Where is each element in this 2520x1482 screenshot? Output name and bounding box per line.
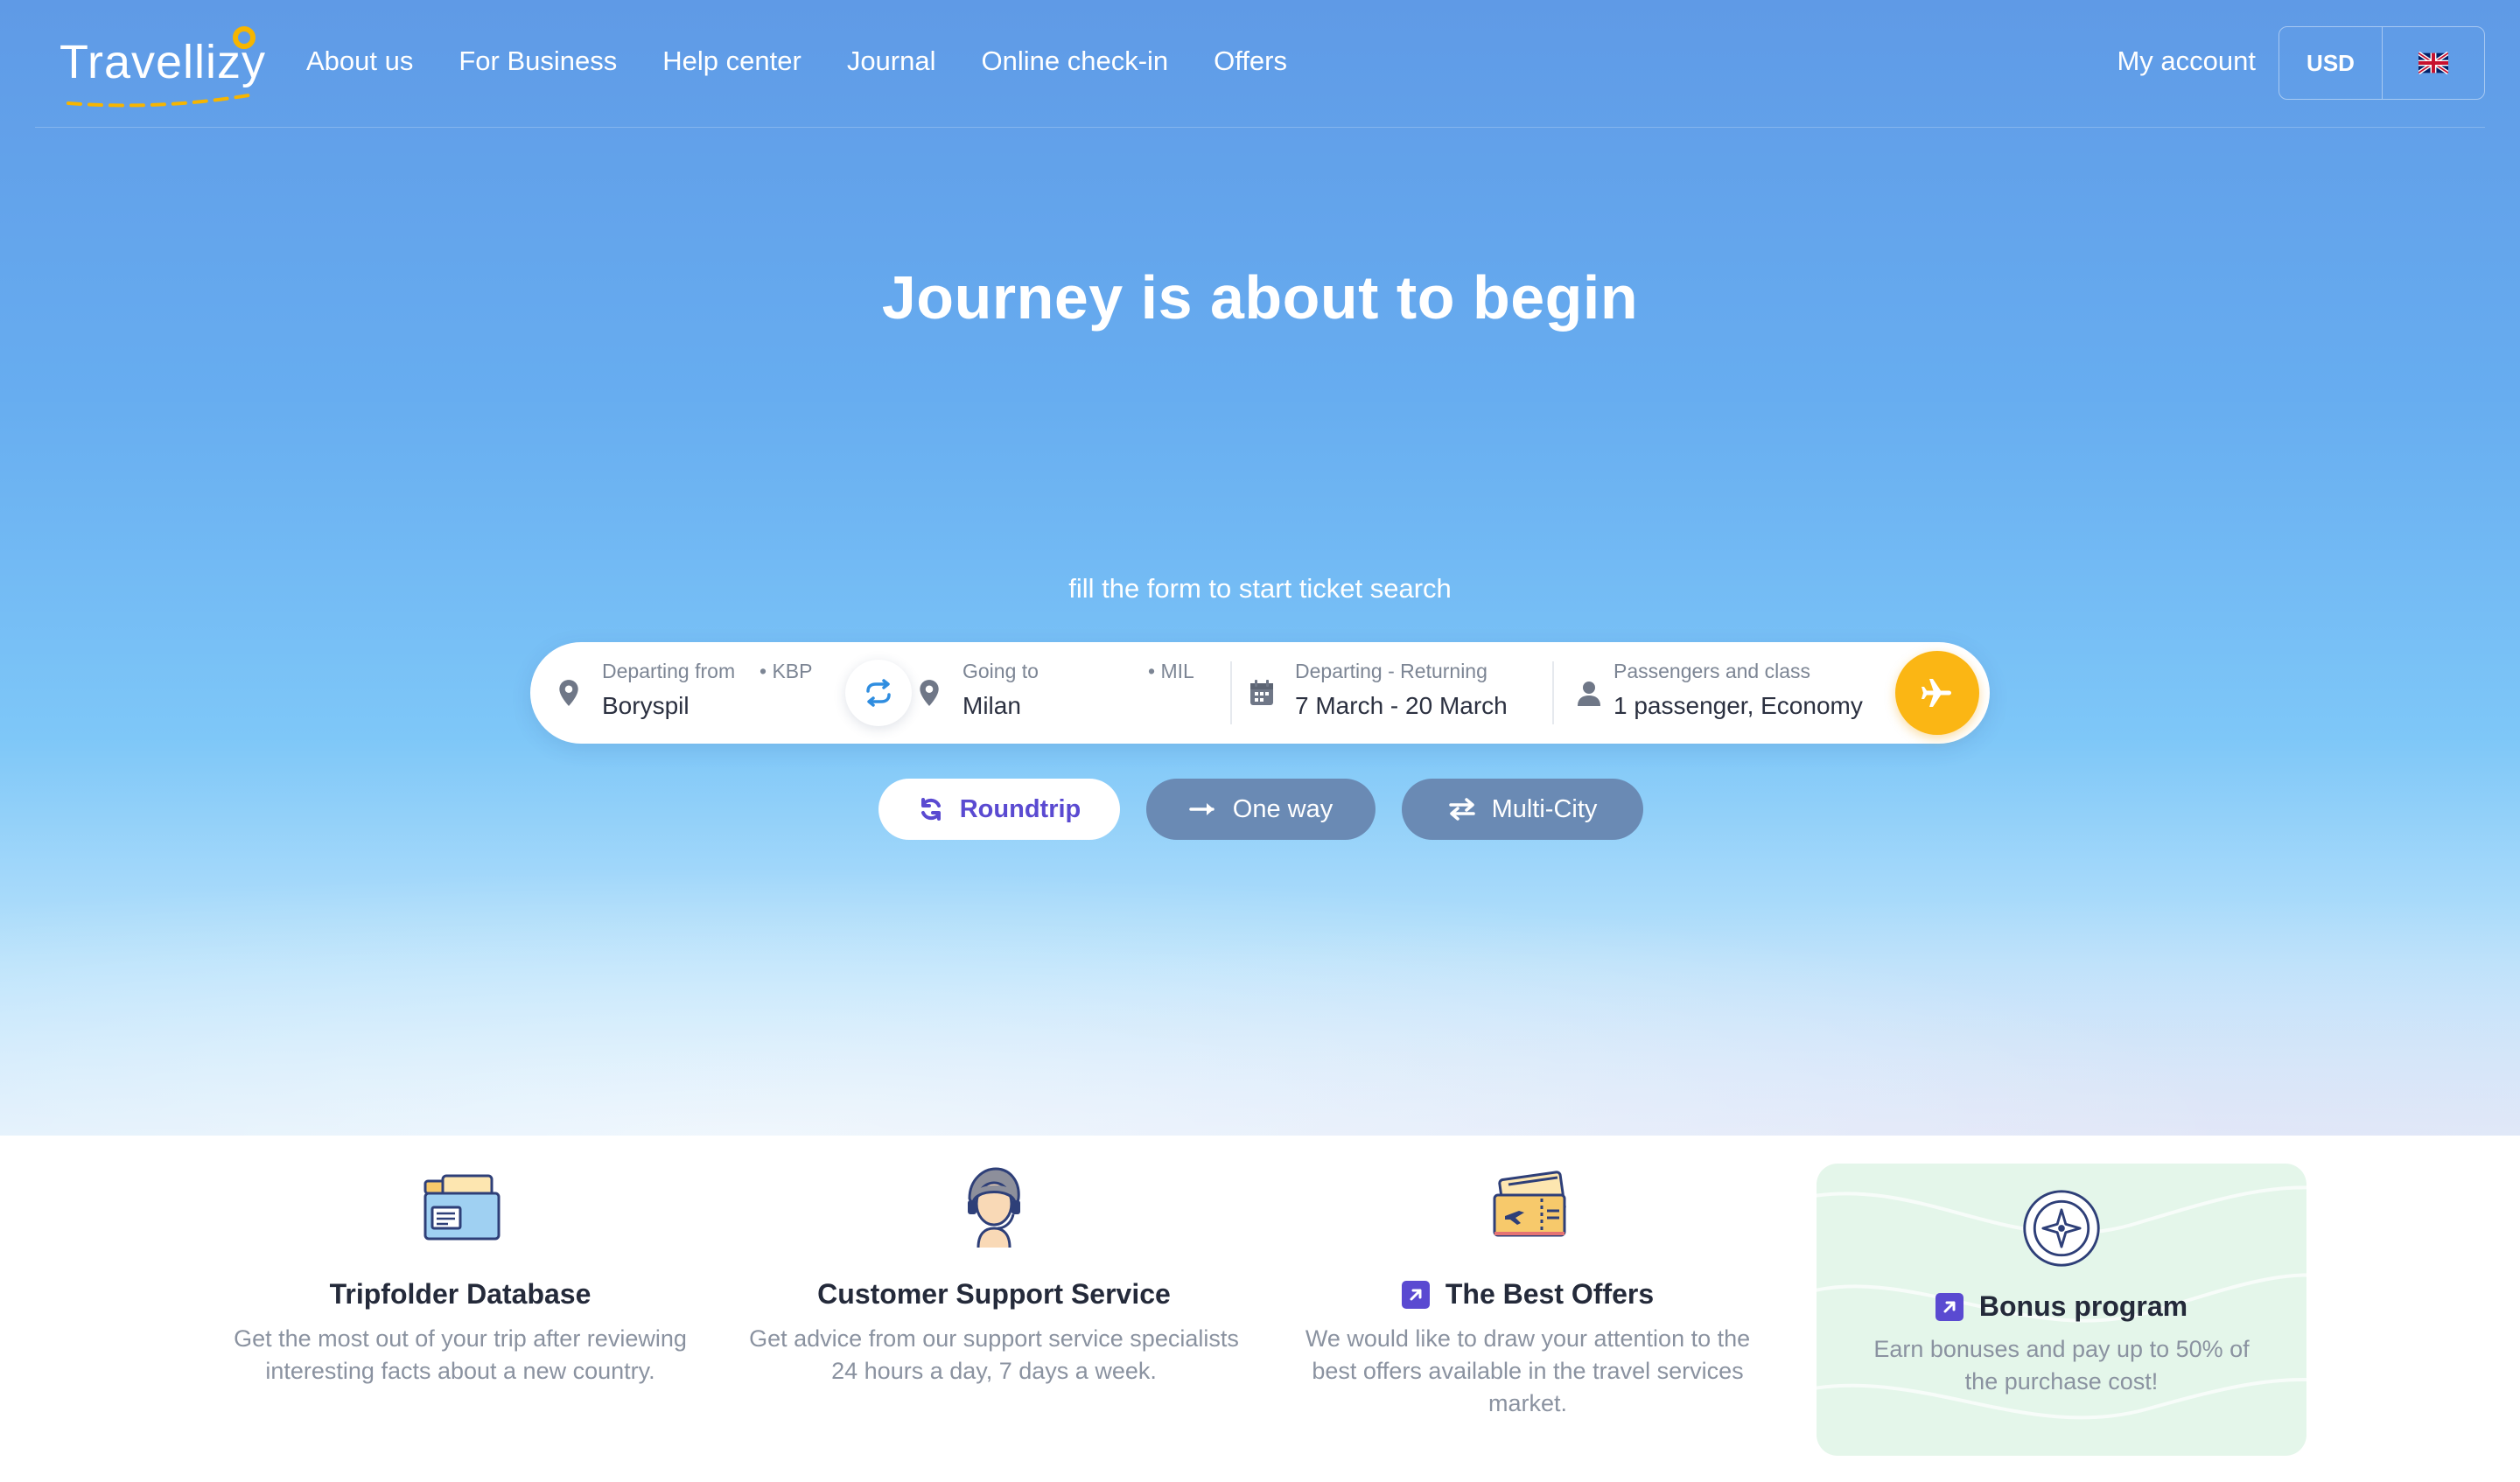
refresh-icon [920,798,941,821]
nav-offers[interactable]: Offers [1214,45,1287,77]
trip-type-label: Multi-City [1491,794,1598,823]
feature-text: We would like to draw your attention to … [1305,1325,1751,1416]
compass-badge-icon [2023,1190,2100,1267]
passengers-value: 1 passenger, Economy [1614,692,1863,719]
feature-title: Tripfolder Database [329,1278,592,1310]
logo[interactable]: Travellizy [60,26,270,108]
nav-help-center[interactable]: Help center [662,45,802,77]
dates-value: 7 March - 20 March [1295,692,1508,719]
nav-about-us[interactable]: About us [306,45,413,77]
feature-bonus-program[interactable]: Bonus program Earn bonuses and pay up to… [1816,1164,2306,1456]
ticket-search-bar: Departing from • KBP Boryspil Going to •… [530,642,1990,744]
departing-from-field[interactable]: Departing from • KBP Boryspil [530,642,845,744]
feature-title-row: Bonus program [1816,1290,2306,1323]
top-header: Travellizy About us For Business Help ce… [35,0,2485,128]
arrows-exchange-icon [1448,798,1475,821]
location-pin-icon [551,675,586,710]
logo-sun-icon [233,26,256,49]
feature-best-offers[interactable]: The Best Offers We would like to draw yo… [1265,1164,1790,1420]
feature-text: Get advice from our support service spec… [749,1325,1239,1384]
feature-customer-support[interactable]: Customer Support Service Get advice from… [732,1164,1256,1388]
feature-title: Bonus program [1978,1290,2188,1322]
nav-for-business[interactable]: For Business [458,45,617,77]
departing-code: • KBP [760,660,813,682]
person-icon [1572,675,1606,710]
nav-online-check-in[interactable]: Online check-in [982,45,1169,77]
logo-trail-icon [66,93,256,108]
dates-label: Departing - Returning [1295,660,1488,682]
arrow-right-icon [1189,803,1214,815]
support-agent-icon [968,1167,1020,1248]
external-link-icon [1935,1292,1964,1321]
currency-selector[interactable]: USD [2279,27,2383,99]
feature-title-row: The Best Offers [1265,1278,1790,1311]
trip-type-label: Roundtrip [959,794,1082,823]
going-to-label: Going to [962,660,1039,682]
language-selector[interactable] [2383,27,2484,99]
external-link-icon [1401,1280,1430,1309]
search-hint: fill the form to start ticket search [1068,573,1452,604]
location-pin-icon [912,675,947,710]
field-divider [1230,661,1232,724]
going-to-field[interactable]: Going to • MIL Milan [912,642,1227,744]
currency-language-switcher: USD [2278,26,2485,100]
feature-text: Get the most out of your trip after revi… [234,1325,687,1384]
search-flights-button[interactable] [1895,651,1979,735]
dates-field[interactable]: Departing - Returning 7 March - 20 March [1244,642,1550,744]
departing-from-label: Departing from [602,660,736,682]
going-to-code: • MIL [1148,660,1194,682]
my-account-link[interactable]: My account [2117,45,2256,77]
feature-tripfolder[interactable]: Tripfolder Database Get the most out of … [198,1164,723,1388]
calendar-icon [1244,675,1279,710]
nav-journal[interactable]: Journal [847,45,936,77]
page-headline: Journey is about to begin [881,263,1639,332]
field-divider [1552,661,1554,724]
airplane-icon [1922,679,1951,707]
passengers-field[interactable]: Passengers and class 1 passenger, Econom… [1572,642,1886,744]
hero-section: Travellizy About us For Business Help ce… [0,0,2520,1136]
passengers-label: Passengers and class [1614,660,1811,682]
trip-type-one-way[interactable]: One way [1146,779,1376,840]
feature-text: Earn bonuses and pay up to 50% of the pu… [1873,1336,2250,1395]
trip-type-label: One way [1232,794,1334,823]
swap-icon [866,679,891,707]
going-to-value: Milan [962,692,1021,719]
uk-flag-icon [2418,52,2448,74]
trip-type-multi-city[interactable]: Multi-City [1402,779,1643,840]
swap-airports-button[interactable] [845,660,912,726]
feature-title: The Best Offers [1445,1278,1655,1310]
departing-from-value: Boryspil [602,692,690,719]
tickets-icon [1493,1171,1566,1237]
folder-icon [424,1174,500,1241]
main-nav: About us For Business Help center Journa… [306,45,1287,77]
feature-title: Customer Support Service [817,1278,1171,1310]
trip-type-roundtrip[interactable]: Roundtrip [878,779,1120,840]
